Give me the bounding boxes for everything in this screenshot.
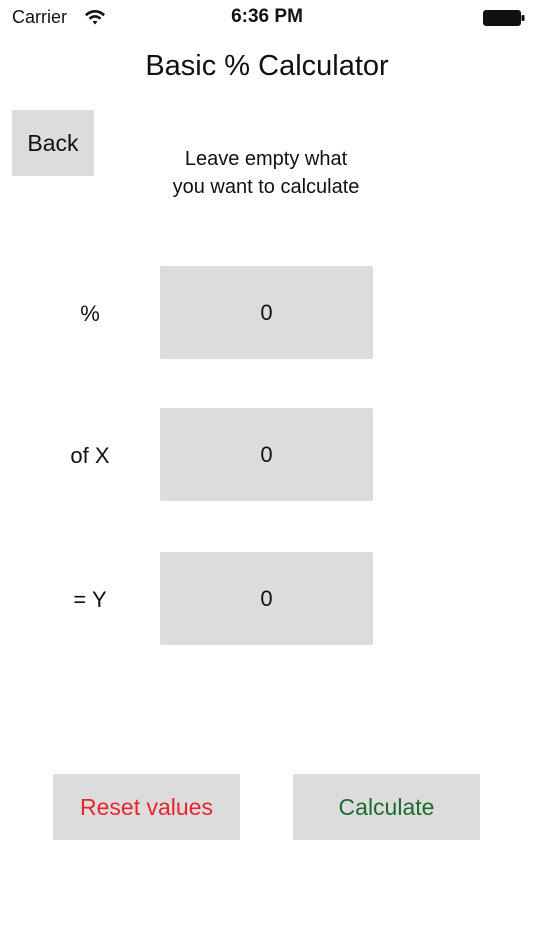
- of-x-label: of X: [70, 443, 110, 468]
- instruction-line-2: you want to calculate: [172, 176, 360, 198]
- percent-input[interactable]: [160, 266, 373, 359]
- of-x-input[interactable]: [160, 408, 373, 501]
- equals-y-input[interactable]: [160, 552, 373, 645]
- battery-icon: [483, 10, 525, 26]
- status-time: 6:36 PM: [231, 6, 303, 27]
- equals-y-label: = Y: [73, 587, 107, 612]
- percent-label: %: [80, 301, 100, 326]
- status-bar: Carrier 6:36 PM: [0, 0, 534, 36]
- calculate-button[interactable]: Calculate: [293, 774, 480, 840]
- back-button[interactable]: Back: [12, 110, 94, 176]
- instruction-text: Leave empty what you want to calculate: [136, 145, 396, 201]
- reset-values-button[interactable]: Reset values: [53, 774, 240, 840]
- page-title: Basic % Calculator: [145, 50, 389, 82]
- instruction-line-1: Leave empty what: [184, 148, 348, 170]
